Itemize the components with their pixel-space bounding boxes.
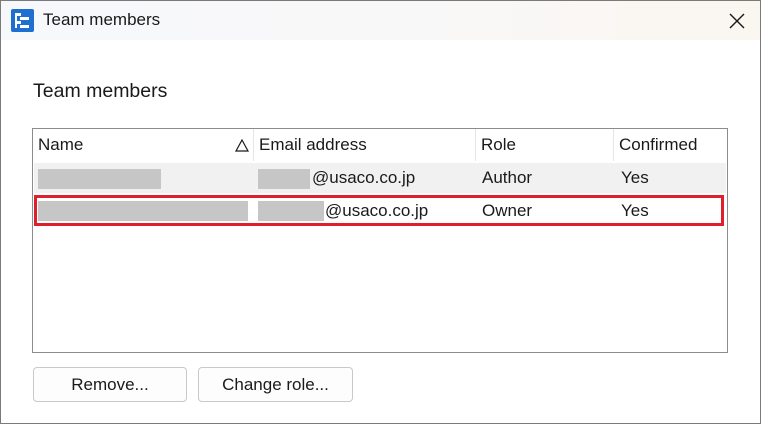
column-header-name-label: Name [38, 135, 84, 154]
column-header-confirmed[interactable]: Confirmed [614, 129, 727, 161]
team-members-dialog: Team members Team members Name Email add… [0, 0, 761, 424]
column-header-email-label: Email address [259, 135, 367, 154]
table-row[interactable]: @usaco.co.jp Author Yes [34, 163, 726, 193]
change-role-button[interactable]: Change role... [198, 367, 353, 402]
confirmed-cell: Yes [621, 168, 649, 187]
role-cell: Author [482, 168, 533, 187]
column-header-confirmed-label: Confirmed [619, 135, 698, 154]
remove-button[interactable]: Remove... [33, 367, 187, 402]
column-header-name[interactable]: Name [33, 129, 254, 161]
close-icon [729, 13, 745, 28]
email-domain-cell: @usaco.co.jp [312, 168, 416, 187]
highlight-box [34, 195, 724, 226]
team-members-list[interactable]: Name Email address Role Confirmed @usaco… [32, 128, 728, 353]
window-title: Team members [43, 10, 161, 29]
page-heading: Team members [33, 80, 168, 102]
redacted-email-user [258, 169, 310, 189]
column-header-email[interactable]: Email address [254, 129, 476, 161]
sort-ascending-icon [235, 139, 249, 152]
close-button[interactable] [714, 1, 760, 40]
redacted-name [38, 169, 161, 189]
column-header-role[interactable]: Role [476, 129, 614, 161]
title-bar: Team members [1, 1, 760, 40]
column-header-role-label: Role [481, 135, 516, 154]
team-app-icon [11, 9, 34, 32]
